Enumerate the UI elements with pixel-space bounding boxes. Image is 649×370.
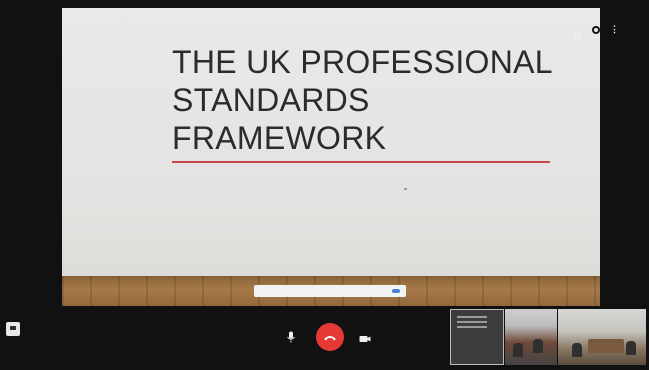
slide-mark: [404, 188, 407, 190]
participant-figure: [626, 341, 636, 355]
screen-share-bar: [254, 285, 406, 297]
meeting-window: THE UK PROFESSIONAL STANDARDS FRAMEWORK …: [0, 0, 649, 370]
people-icon[interactable]: [572, 26, 582, 39]
conference-table: [588, 339, 624, 353]
slide-divider: [172, 161, 550, 163]
shared-screen: THE UK PROFESSIONAL STANDARDS FRAMEWORK: [62, 8, 600, 306]
participant-figure: [572, 343, 582, 357]
participant-tile-presentation[interactable]: [450, 309, 504, 365]
end-call-button[interactable]: [316, 323, 344, 351]
participant-thumbnails: [450, 309, 646, 365]
end-call-icon: [324, 335, 336, 340]
chat-icon[interactable]: [6, 322, 20, 336]
participant-figure: [513, 343, 523, 357]
presentation-slide: THE UK PROFESSIONAL STANDARDS FRAMEWORK: [62, 8, 600, 276]
gear-icon[interactable]: [592, 25, 600, 34]
camera-icon[interactable]: [359, 331, 371, 342]
thumbnail-slide-preview: [457, 316, 487, 331]
more-icon[interactable]: ⋮: [610, 25, 619, 34]
top-right-controls: ⋮: [572, 25, 619, 39]
stop-sharing-button[interactable]: [392, 289, 400, 293]
participant-tile-room[interactable]: [505, 309, 557, 365]
slide-title: THE UK PROFESSIONAL STANDARDS FRAMEWORK: [172, 44, 553, 156]
participant-figure: [533, 339, 543, 353]
microphone-icon[interactable]: [286, 330, 296, 343]
participant-tile-conference-room[interactable]: [558, 309, 646, 365]
